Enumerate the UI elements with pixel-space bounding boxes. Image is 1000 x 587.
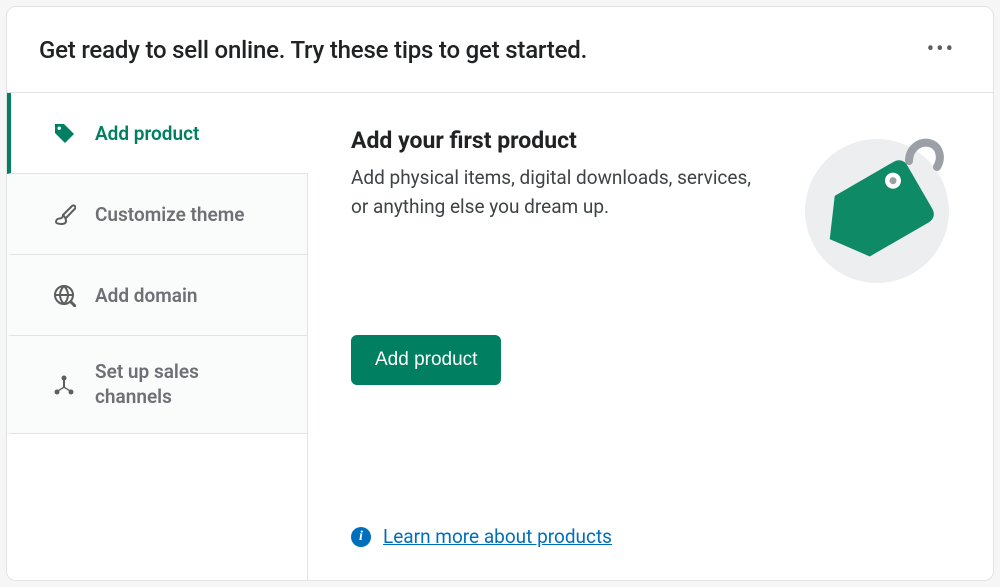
sidebar-spacer [7,434,308,580]
sidebar-item-label: Add product [95,122,199,145]
brush-icon [51,202,77,226]
sidebar-item-label: Customize theme [95,203,244,226]
spacer [351,385,957,525]
main-description: Add physical items, digital downloads, s… [351,164,751,221]
product-tag-illustration [797,127,957,287]
card-title: Get ready to sell online. Try these tips… [39,36,587,64]
onboarding-card: Get ready to sell online. Try these tips… [6,6,994,581]
globe-icon [51,283,77,307]
channels-icon [51,373,77,397]
sidebar-item-add-domain[interactable]: Add domain [7,255,308,336]
sidebar-item-sales-channels[interactable]: Set up sales channels [7,336,308,434]
sidebar-item-customize-theme[interactable]: Customize theme [7,174,308,255]
add-product-button[interactable]: Add product [351,335,501,385]
card-body: Add product Customize theme [7,93,993,580]
onboarding-sidebar: Add product Customize theme [7,93,309,580]
onboarding-main: Add your first product Add physical item… [309,93,993,580]
main-title: Add your first product [351,127,773,154]
main-copy: Add your first product Add physical item… [351,127,773,221]
sidebar-item-add-product[interactable]: Add product [7,93,308,174]
sidebar-item-label: Add domain [95,284,198,307]
cta-row: Add product [351,335,957,385]
more-actions-button[interactable]: ••• [921,33,961,66]
tag-icon [51,121,77,145]
card-header: Get ready to sell online. Try these tips… [7,7,993,93]
info-icon: i [351,527,371,547]
sidebar-item-label: Set up sales channels [95,360,271,409]
learn-more-link[interactable]: Learn more about products [383,525,612,548]
learn-more-row: i Learn more about products [351,525,957,556]
main-top-row: Add your first product Add physical item… [351,127,957,287]
